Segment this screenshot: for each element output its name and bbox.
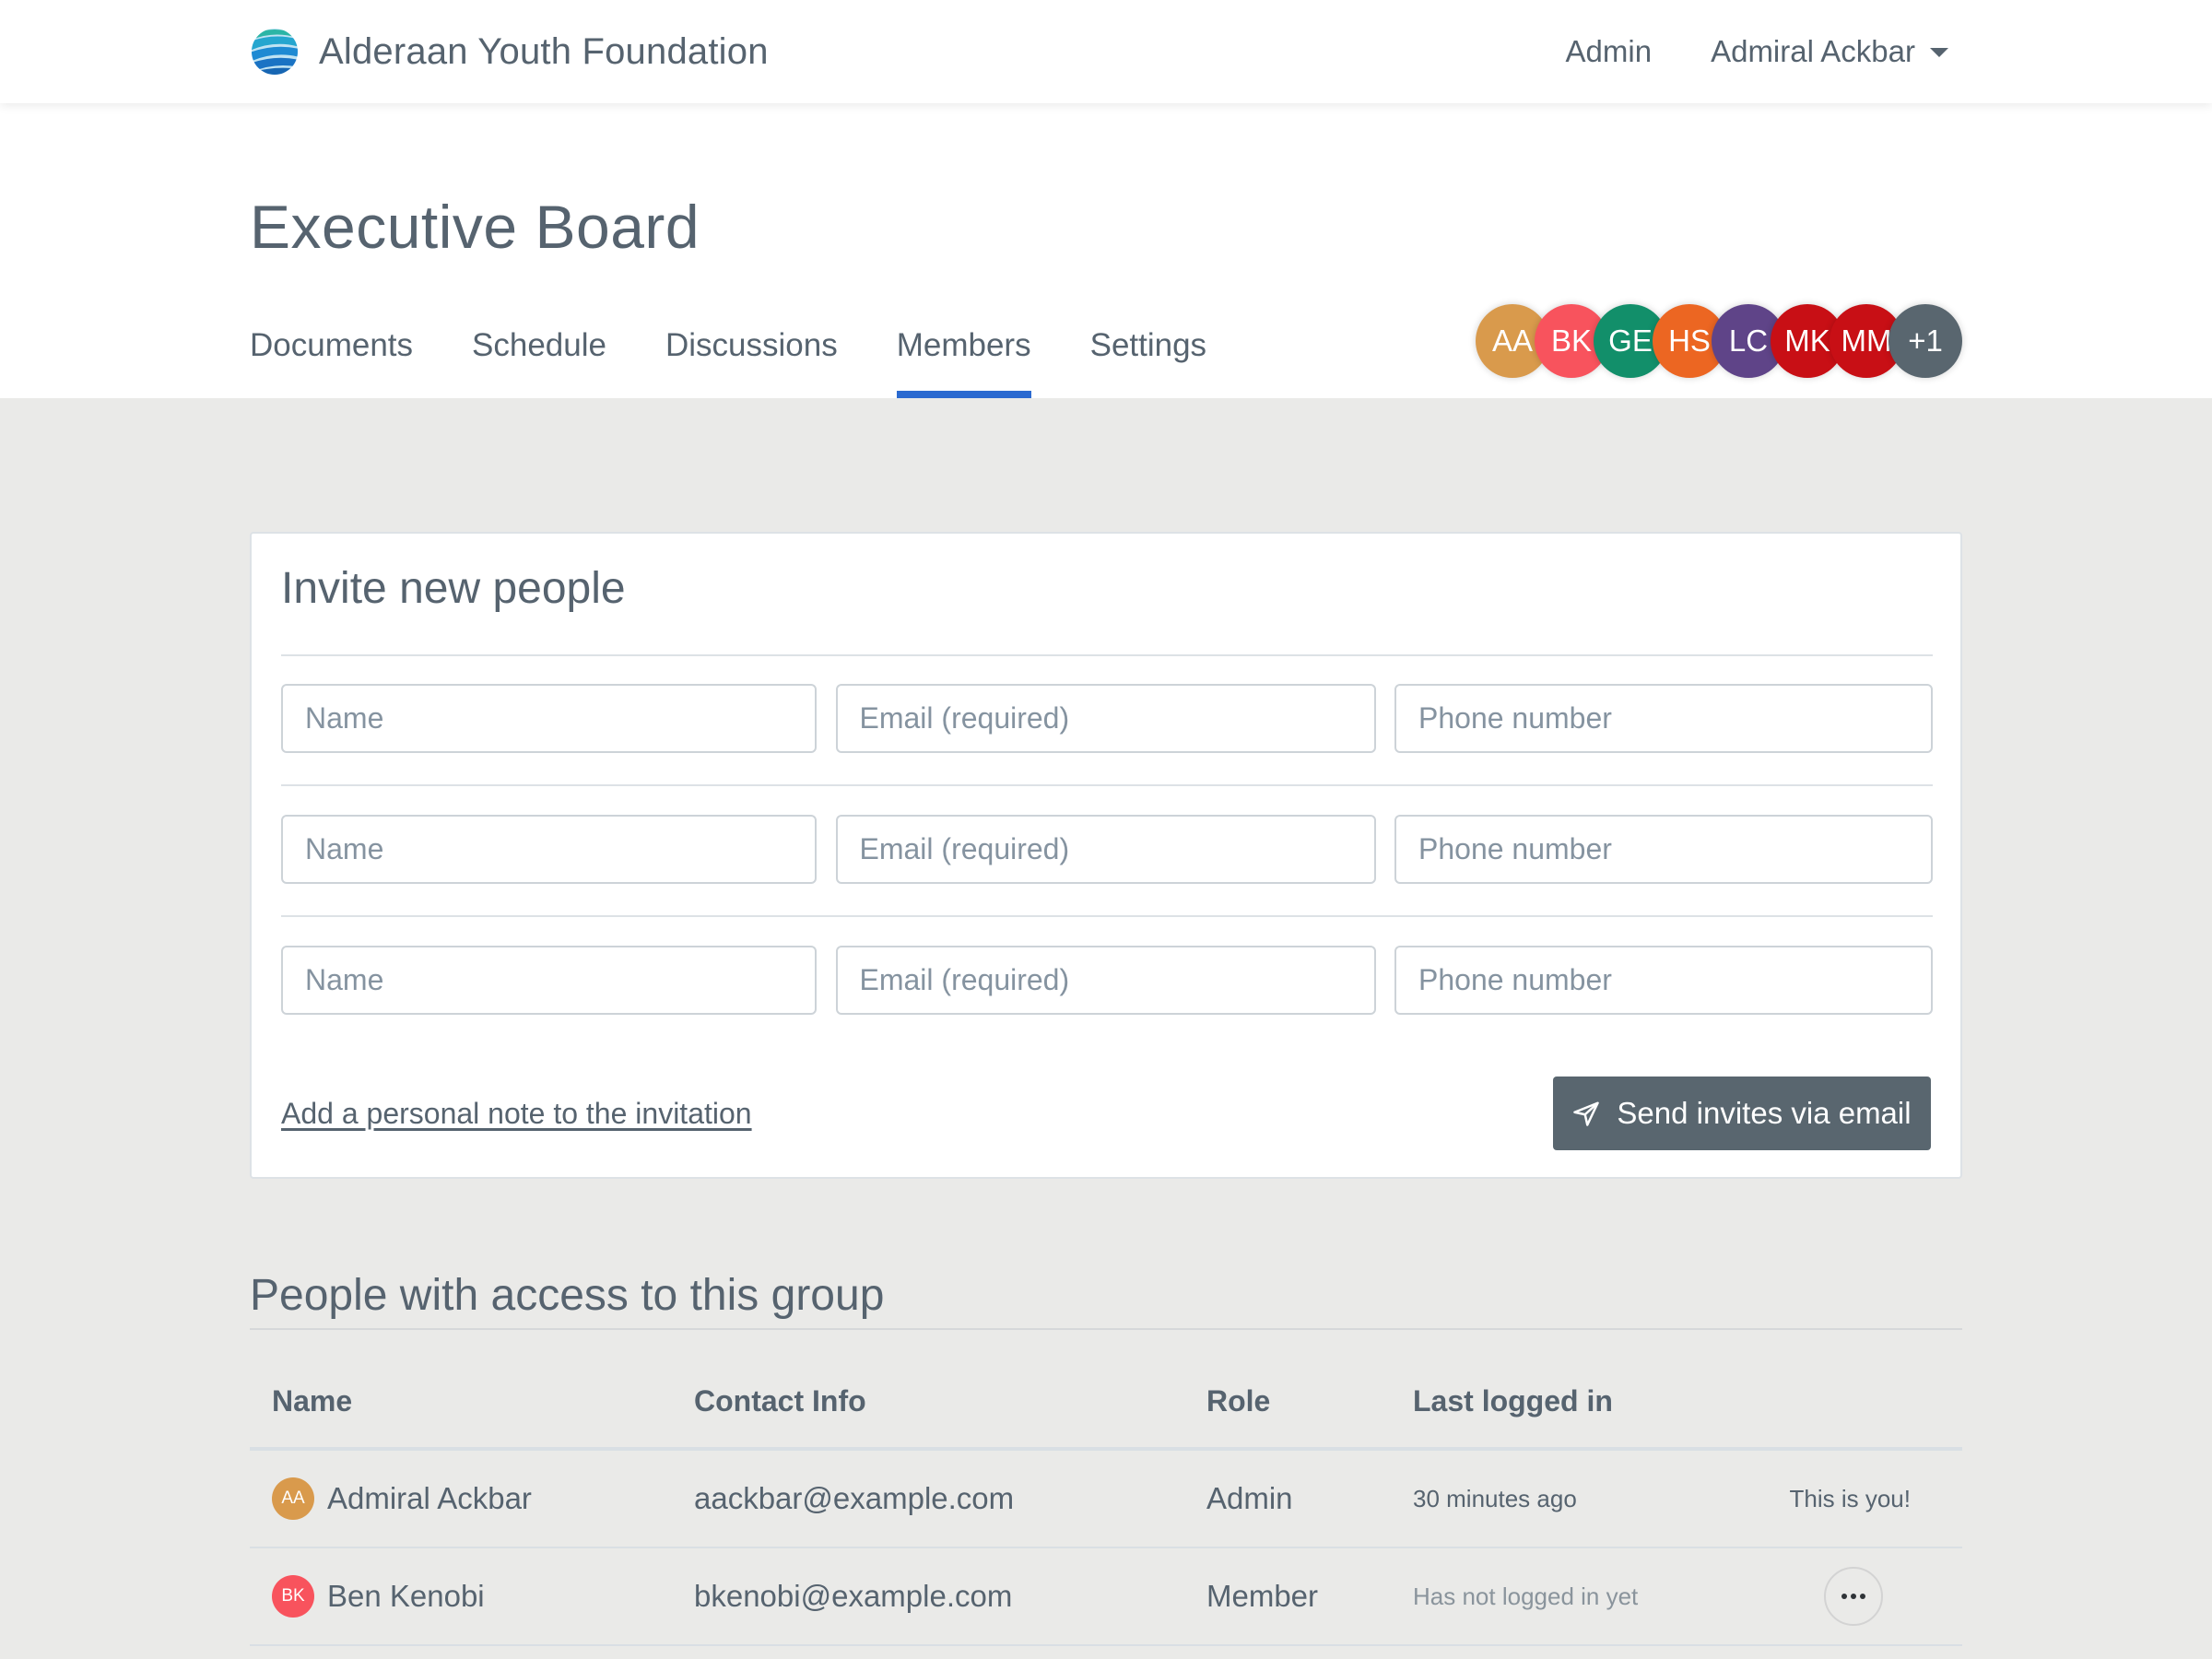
organization-name: Alderaan Youth Foundation (319, 30, 769, 72)
member-name-cell: AA Admiral Ackbar (272, 1477, 532, 1520)
member-role: Admin (1206, 1481, 1293, 1515)
member-email: aackbar@example.com (694, 1481, 1015, 1515)
admin-link[interactable]: Admin (1566, 34, 1653, 69)
column-header-role[interactable]: Role (1206, 1384, 1270, 1418)
more-dots-icon (1860, 1594, 1865, 1599)
email-input[interactable] (835, 684, 1376, 753)
paper-plane-icon (1573, 1101, 1600, 1126)
divider (281, 784, 1933, 786)
member-name: Admiral Ackbar (327, 1481, 532, 1515)
group-tabs: Documents Schedule Discussions Members S… (250, 310, 1265, 398)
name-input[interactable] (281, 946, 817, 1015)
members-table: Name Contact Info Role Last logged in AA… (250, 1355, 1962, 1646)
tab-schedule[interactable]: Schedule (472, 310, 606, 398)
column-header-last-logged-in[interactable]: Last logged in (1413, 1384, 1613, 1418)
user-menu-dropdown[interactable]: Admiral Ackbar (1711, 34, 1948, 69)
table-row: BK Ben Kenobi bkenobi@example.com Member… (250, 1548, 1962, 1646)
top-navbar: Alderaan Youth Foundation Admin Admiral … (0, 0, 2212, 103)
people-section-title: People with access to this group (250, 1271, 885, 1320)
brand[interactable]: Alderaan Youth Foundation (250, 27, 769, 76)
invite-row (281, 946, 1933, 1015)
column-header-name[interactable]: Name (272, 1384, 352, 1418)
add-personal-note-link[interactable]: Add a personal note to the invitation (281, 1097, 752, 1131)
more-options-button[interactable] (1824, 1567, 1883, 1626)
self-indicator: This is you! (1789, 1484, 1912, 1512)
user-name: Admiral Ackbar (1711, 34, 1915, 68)
name-input[interactable] (281, 815, 817, 884)
caret-down-icon (1930, 48, 1948, 57)
divider (250, 1328, 1962, 1330)
top-nav: Admin Admiral Ackbar (1566, 0, 1948, 103)
member-last-login: Has not logged in yet (1413, 1582, 1639, 1610)
tab-members[interactable]: Members (896, 310, 1031, 398)
phone-input[interactable] (1394, 946, 1933, 1015)
phone-input[interactable] (1394, 684, 1933, 753)
member-name: Ben Kenobi (327, 1579, 485, 1613)
tab-settings[interactable]: Settings (1090, 310, 1206, 398)
invite-card: Invite new people Add a personal note to… (250, 532, 1962, 1179)
email-input[interactable] (835, 815, 1376, 884)
divider (281, 654, 1933, 656)
member-name-cell: BK Ben Kenobi (272, 1575, 485, 1618)
member-role: Member (1206, 1579, 1319, 1613)
name-input[interactable] (281, 684, 817, 753)
send-invites-button[interactable]: Send invites via email (1553, 1077, 1931, 1150)
group-header: Executive Board Documents Schedule Discu… (0, 103, 2212, 398)
more-dots-icon (1851, 1594, 1856, 1599)
send-invites-label: Send invites via email (1617, 1096, 1912, 1130)
divider (281, 915, 1933, 917)
invite-row (281, 815, 1933, 884)
member-avatar-stack: AA BK GE HS LC MK MM +1 (1476, 304, 1962, 378)
invite-card-title: Invite new people (281, 564, 626, 613)
globe-icon (252, 29, 298, 75)
table-header: Name Contact Info Role Last logged in (250, 1355, 1962, 1451)
tab-documents[interactable]: Documents (250, 310, 413, 398)
invite-row (281, 684, 1933, 753)
tab-discussions[interactable]: Discussions (665, 310, 838, 398)
more-dots-icon (1841, 1594, 1847, 1599)
more-members-avatar[interactable]: +1 (1888, 304, 1962, 378)
member-last-login: 30 minutes ago (1413, 1484, 1577, 1512)
column-header-contact[interactable]: Contact Info (694, 1384, 866, 1418)
phone-input[interactable] (1394, 815, 1933, 884)
avatar: AA (272, 1477, 314, 1520)
table-row: AA Admiral Ackbar aackbar@example.com Ad… (250, 1451, 1962, 1548)
avatar: BK (272, 1575, 314, 1618)
email-input[interactable] (835, 946, 1376, 1015)
page-title: Executive Board (250, 193, 700, 261)
member-email: bkenobi@example.com (694, 1579, 1013, 1613)
